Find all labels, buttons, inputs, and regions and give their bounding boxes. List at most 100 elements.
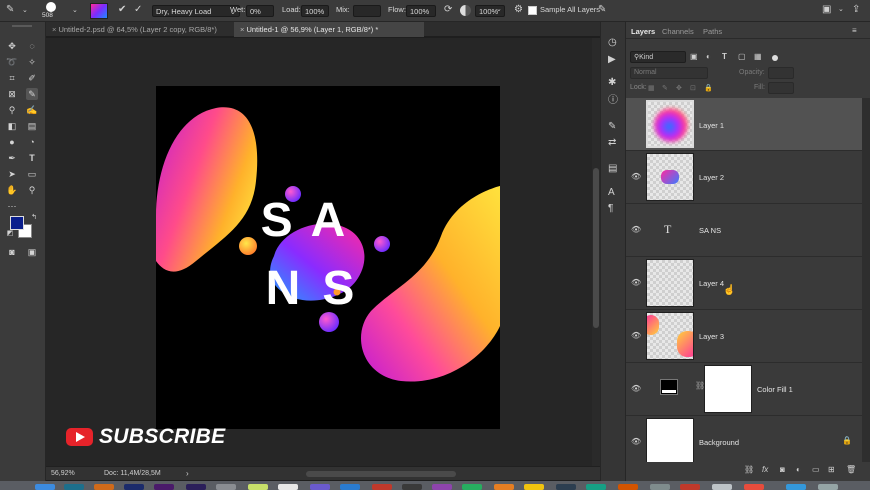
filter-shape-icon[interactable]: ▢ <box>738 52 746 62</box>
scroll-thumb[interactable] <box>593 168 599 328</box>
adjustments-icon[interactable]: ✱ <box>608 78 616 88</box>
info-icon[interactable]: ⓘ <box>608 96 618 106</box>
brush-tool-icon[interactable]: ✎ <box>6 5 14 15</box>
mask-icon[interactable]: ◙ <box>780 465 785 475</box>
filter-pixel-icon[interactable]: ▣ <box>690 52 698 62</box>
path-select-tool-icon[interactable]: ➤ <box>6 168 18 180</box>
dock-app-icon[interactable] <box>216 484 236 490</box>
chevron-down-icon[interactable]: ⌄ <box>22 6 28 16</box>
dodge-tool-icon[interactable]: ◔ <box>26 136 38 148</box>
visibility-eye-icon[interactable]: 👁 <box>631 331 641 340</box>
layer-row-color-fill-1[interactable]: 👁 ⛓ Color Fill 1 <box>626 363 862 416</box>
marquee-tool-icon[interactable]: ◌ <box>26 40 38 52</box>
layer-mask-thumbnail[interactable] <box>704 365 752 413</box>
dock-app-icon[interactable] <box>432 484 452 490</box>
mix-field[interactable] <box>353 5 381 17</box>
dock-app-icon[interactable] <box>712 484 732 490</box>
dock-app-icon[interactable] <box>556 484 576 490</box>
dock-app-icon[interactable] <box>248 484 268 490</box>
dock-app-icon[interactable] <box>278 484 298 490</box>
pressure-size-icon[interactable]: ✎ <box>598 5 606 15</box>
layer-row-layer-1[interactable]: Layer 1 <box>626 98 862 151</box>
toolbox-handle[interactable] <box>12 25 32 27</box>
artboard[interactable]: SA NS <box>156 86 500 429</box>
dock-app-icon[interactable] <box>462 484 482 490</box>
dock-app-icon[interactable] <box>154 484 174 490</box>
quick-select-tool-icon[interactable]: ✧ <box>26 56 38 68</box>
tab-channels[interactable]: Channels <box>662 27 694 36</box>
move-tool-icon[interactable]: ✥ <box>6 40 18 52</box>
frame-tool-icon[interactable]: ⊠ <box>6 88 18 100</box>
wet-field[interactable]: 0% <box>246 5 274 17</box>
brush-preview-icon[interactable] <box>46 2 56 12</box>
brushes-icon[interactable]: ✎ <box>608 122 616 132</box>
history-brush-tool-icon[interactable]: ✍ <box>26 104 38 116</box>
panel-menu-icon[interactable]: ≡ <box>852 26 857 36</box>
pressure-opacity-icon[interactable] <box>460 5 471 16</box>
dock-app-icon[interactable] <box>744 484 764 490</box>
layer-row-sa-ns[interactable]: 👁 T SA NS <box>626 204 862 257</box>
link-layers-icon[interactable]: ⛓ <box>744 465 754 475</box>
eraser-tool-icon[interactable]: ◧ <box>6 120 18 132</box>
status-menu-arrow[interactable]: › <box>186 469 189 478</box>
lock-all-icon[interactable]: 🔒 <box>704 84 713 94</box>
dock-app-icon[interactable] <box>372 484 392 490</box>
blend-mode-select[interactable]: Normal <box>630 67 708 79</box>
brush-settings-icon[interactable]: ⇄ <box>608 138 616 148</box>
dock-app-icon[interactable] <box>186 484 206 490</box>
preset-select[interactable]: Dry, Heavy Load ⌄ <box>152 5 240 17</box>
visibility-eye-icon[interactable]: 👁 <box>631 437 641 446</box>
lock-move-icon[interactable]: ✥ <box>676 84 682 94</box>
layer-filter-select[interactable]: ⚲Kind <box>630 51 686 63</box>
pen-tool-icon[interactable]: ✒ <box>6 152 18 164</box>
dock-app-icon[interactable] <box>618 484 638 490</box>
share-icon[interactable]: ⇪ <box>852 5 860 15</box>
visibility-eye-icon[interactable]: 👁 <box>631 384 641 393</box>
dock-app-icon[interactable] <box>64 484 84 490</box>
trash-icon[interactable]: 🗑 <box>846 465 856 475</box>
flow-field[interactable]: 100% <box>406 5 436 17</box>
adjustment-layer-icon[interactable]: ◐ <box>796 465 801 475</box>
paragraph-icon[interactable]: ¶ <box>608 204 613 214</box>
foreground-color-swatch[interactable] <box>10 216 24 230</box>
dock-app-icon[interactable] <box>680 484 700 490</box>
tab-untitled-2[interactable]: × Untitled-2.psd @ 64,5% (Layer 2 copy, … <box>46 22 232 37</box>
blur-tool-icon[interactable]: ● <box>6 136 18 148</box>
horizontal-scrollbar[interactable] <box>306 471 456 477</box>
workspace-icon[interactable]: ▣ <box>822 5 831 15</box>
zoom-tool-icon[interactable]: ⚲ <box>26 184 38 196</box>
load-field[interactable]: 100% <box>301 5 329 17</box>
lock-paint-icon[interactable]: ✎ <box>662 84 668 94</box>
dock-app-icon[interactable] <box>786 484 806 490</box>
layer-name[interactable]: Layer 3 <box>699 332 724 341</box>
clean-brush-icon[interactable]: ✔ <box>118 5 126 15</box>
visibility-eye-icon[interactable]: 👁 <box>631 225 641 234</box>
chevron-down-icon[interactable]: ⌄ <box>72 6 78 16</box>
dock-app-icon[interactable] <box>310 484 330 490</box>
tab-paths[interactable]: Paths <box>703 27 722 36</box>
dock-app-icon[interactable] <box>340 484 360 490</box>
dock-app-icon[interactable] <box>94 484 114 490</box>
group-folder-icon[interactable]: ▭ <box>812 465 820 475</box>
history-icon[interactable]: ◷ <box>608 38 617 48</box>
eyedropper-tool-icon[interactable]: ✐ <box>26 72 38 84</box>
filter-type-icon[interactable]: T <box>722 52 727 62</box>
layer-name[interactable]: Layer 1 <box>699 121 724 130</box>
layer-name[interactable]: Background <box>699 438 739 447</box>
dock-app-icon[interactable] <box>818 484 838 490</box>
fx-icon[interactable]: fx <box>762 465 768 475</box>
gear-icon[interactable]: ⚙ <box>514 5 523 15</box>
zoom-level[interactable]: 56,92% <box>51 470 75 477</box>
load-brush-icon[interactable]: ✓ <box>134 5 142 15</box>
dock-app-icon[interactable] <box>494 484 514 490</box>
screen-mode-icon[interactable]: ▣ <box>26 246 38 258</box>
chevron-down-icon[interactable]: ⌄ <box>496 5 502 15</box>
dock-app-icon[interactable] <box>124 484 144 490</box>
type-tool-icon[interactable]: T <box>26 152 38 164</box>
airbrush-icon[interactable]: ⟳ <box>444 5 452 15</box>
dock-app-icon[interactable] <box>524 484 544 490</box>
layer-name[interactable]: SA NS <box>699 226 721 235</box>
hand-tool-icon[interactable]: ✋ <box>6 184 18 196</box>
rectangle-tool-icon[interactable]: ▭ <box>26 168 38 180</box>
chevron-down-icon[interactable]: ⌄ <box>838 5 844 15</box>
